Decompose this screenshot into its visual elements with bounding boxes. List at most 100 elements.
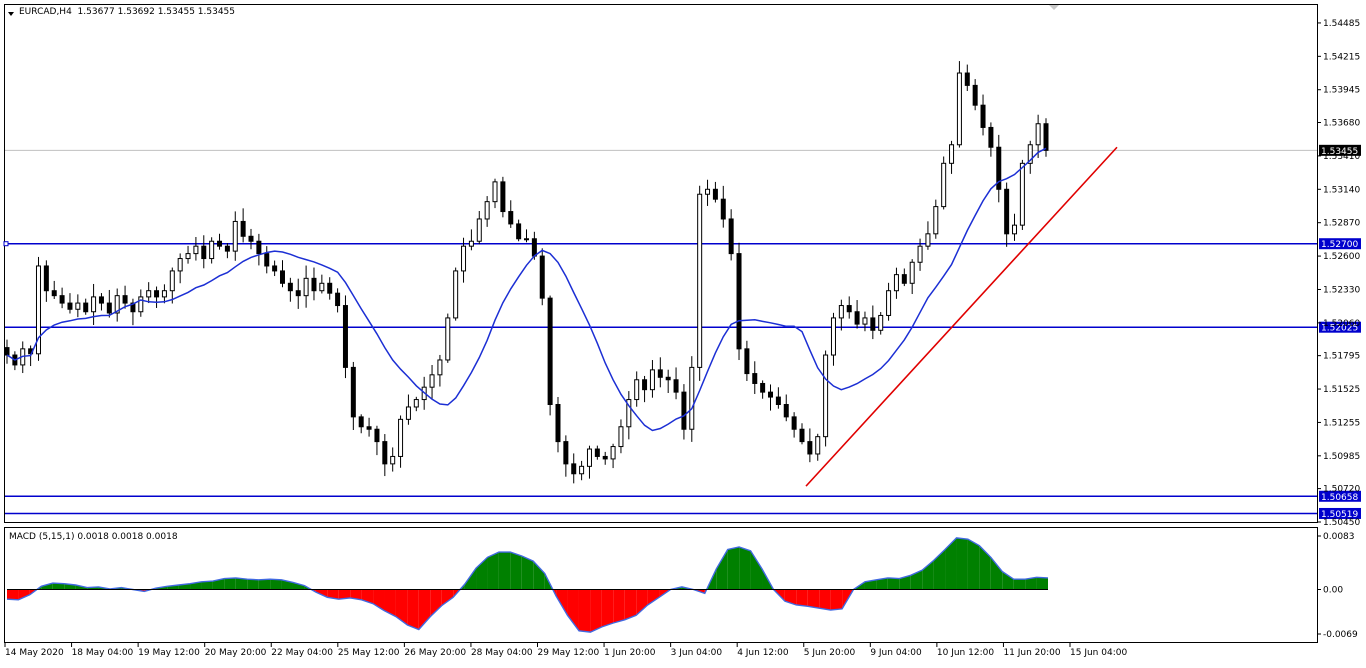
candle-body (846, 305, 852, 313)
price-axis-label: 1.54485 (1323, 19, 1360, 29)
candle-body (342, 305, 348, 368)
price-axis-label: 1.53945 (1323, 86, 1360, 96)
candle-body (579, 465, 585, 475)
macd-axis-label: 0.00 (1323, 586, 1343, 596)
macd-area-segment (590, 589, 602, 633)
level-price-label: 1.52700 (1321, 240, 1358, 250)
price-axis-label: 1.53680 (1323, 119, 1360, 129)
candle-body (122, 295, 128, 304)
macd-area-segment (739, 546, 751, 590)
candle-body (988, 126, 994, 148)
candle-body (51, 290, 57, 297)
candle-body (311, 277, 317, 292)
price-axis-label: 1.52600 (1323, 252, 1360, 262)
candle-body (484, 201, 490, 220)
candle-body (295, 290, 301, 297)
macd-header: MACD (5,15,1) 0.0018 0.0018 0.0018 (9, 532, 178, 542)
macd-area-segment (510, 552, 522, 590)
price-axis-label: 1.52330 (1323, 285, 1360, 295)
candle-body (398, 418, 404, 457)
candle-body (248, 235, 254, 242)
current-price-label: 1.53455 (1321, 147, 1358, 157)
time-axis-label: 18 May 04:00 (72, 648, 134, 658)
candle-body (862, 317, 868, 325)
candle-body (59, 295, 65, 304)
candle-body (461, 245, 467, 272)
candle-body (980, 104, 986, 128)
candle-body (185, 253, 191, 260)
candle-body (500, 181, 506, 213)
candle-body (303, 277, 309, 297)
candle-body (256, 240, 262, 255)
candle-body (83, 302, 89, 313)
macd-area-segment (830, 589, 843, 611)
candle-body (476, 218, 482, 242)
macd-area-segment (7, 589, 19, 600)
candle-body (870, 317, 876, 331)
candle-body (736, 253, 742, 350)
candle-body (224, 245, 230, 252)
candle-body (823, 354, 829, 438)
candle-body (437, 359, 443, 376)
time-axis-label: 1 Jun 20:00 (604, 648, 656, 658)
candle-body (209, 240, 215, 260)
time-axis-label: 19 May 12:00 (138, 648, 200, 658)
candle-body (154, 290, 160, 298)
candle-body (673, 379, 679, 393)
candle-body (1043, 123, 1049, 151)
candle-body (893, 274, 899, 292)
price-axis-label: 1.50985 (1323, 452, 1360, 462)
candle-body (901, 274, 907, 284)
candle-body (232, 220, 238, 252)
macd-area-segment (967, 539, 980, 590)
candle-body (366, 426, 372, 430)
candle-body (413, 399, 419, 408)
candle-body (555, 404, 561, 443)
candle-body (909, 261, 915, 284)
candle-body (390, 455, 396, 465)
macd-area-segment (727, 546, 740, 590)
macd-area-segment (819, 589, 831, 611)
candle-body (1035, 123, 1041, 146)
candle-body (539, 255, 545, 299)
candle-body (972, 84, 978, 106)
candle-body (705, 188, 711, 195)
candle-body (272, 265, 278, 272)
level-anchor-handle (3, 241, 9, 247)
macd-area-segment (270, 579, 282, 590)
candle-body (75, 302, 81, 310)
candle-body (445, 317, 451, 361)
time-axis-label: 15 Jun 04:00 (1070, 648, 1127, 658)
price-axis-label: 1.51795 (1323, 352, 1360, 362)
time-axis-label: 11 Jun 20:00 (1003, 648, 1060, 658)
candle-body (453, 270, 459, 319)
time-axis-label: 28 May 04:00 (471, 648, 533, 658)
candle-body (618, 426, 624, 448)
time-axis-label: 26 May 20:00 (404, 648, 466, 658)
price-axis-label: 1.52870 (1323, 219, 1360, 229)
candle-body (146, 290, 152, 298)
candle-body (468, 240, 474, 247)
time-axis-label: 14 May 2020 (5, 648, 64, 658)
candle-body (217, 240, 223, 247)
macd-area-segment (601, 589, 614, 627)
candle-body (240, 220, 246, 237)
candle-body (838, 305, 844, 319)
candle-body (956, 72, 962, 146)
candle-body (335, 292, 341, 307)
candle-body (964, 72, 970, 86)
candle-body (193, 245, 199, 255)
candle-body (358, 416, 364, 428)
candle-body (783, 404, 789, 418)
candle-body (712, 188, 718, 200)
candle-body (925, 233, 931, 247)
time-axis-label: 25 May 12:00 (338, 648, 400, 658)
candle-body (287, 282, 293, 292)
candle-body (382, 441, 388, 465)
time-axis-label: 3 Jun 04:00 (671, 648, 723, 658)
candle-body (531, 238, 537, 257)
candle-body (949, 144, 955, 164)
candle-body (98, 296, 104, 304)
candle-body (201, 245, 207, 260)
candle-body (91, 296, 97, 313)
